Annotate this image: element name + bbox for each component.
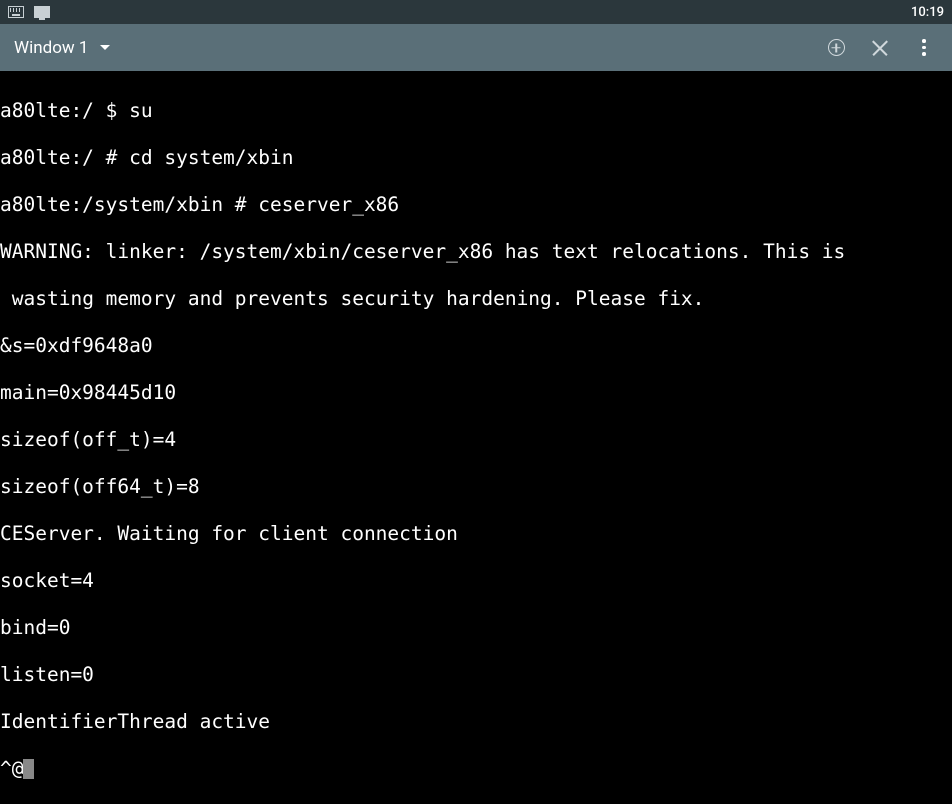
terminal-line: WARNING: linker: /system/xbin/ceserver_x… [0,240,952,264]
add-window-button[interactable] [826,38,846,58]
close-icon [872,39,889,56]
status-bar-left [8,5,50,19]
status-bar-right: 10:19 [911,5,944,20]
terminal-line: sizeof(off64_t)=8 [0,475,952,499]
terminal-line: IdentifierThread active [0,710,952,734]
terminal-line: wasting memory and prevents security har… [0,287,952,311]
more-vertical-icon [916,39,932,56]
toolbar-left: Window 1 [14,38,110,58]
terminal-toolbar: Window 1 [0,24,952,71]
android-status-bar: 10:19 [0,0,952,24]
terminal-text: ^@ [0,757,23,780]
close-window-button[interactable] [870,38,890,58]
window-selector[interactable]: Window 1 [14,38,110,58]
toolbar-right [826,38,944,58]
terminal-line: CEServer. Waiting for client connection [0,522,952,546]
menu-button[interactable] [914,38,934,58]
terminal-cursor [23,759,34,779]
monitor-icon [34,5,50,19]
status-clock: 10:19 [911,5,944,20]
terminal-line: &s=0xdf9648a0 [0,334,952,358]
terminal-line: socket=4 [0,569,952,593]
terminal-line: sizeof(off_t)=4 [0,428,952,452]
terminal-line-with-cursor: ^@ [0,757,952,781]
terminal-line: bind=0 [0,616,952,640]
terminal-line: a80lte:/ $ su [0,99,952,123]
keyboard-icon [8,5,24,19]
terminal-line: main=0x98445d10 [0,381,952,405]
terminal-line: listen=0 [0,663,952,687]
plus-circle-icon [828,39,845,56]
terminal-line: a80lte:/system/xbin # ceserver_x86 [0,193,952,217]
terminal-output[interactable]: a80lte:/ $ su a80lte:/ # cd system/xbin … [0,71,952,804]
terminal-line: a80lte:/ # cd system/xbin [0,146,952,170]
window-label: Window 1 [14,38,88,58]
chevron-down-icon [100,45,110,50]
